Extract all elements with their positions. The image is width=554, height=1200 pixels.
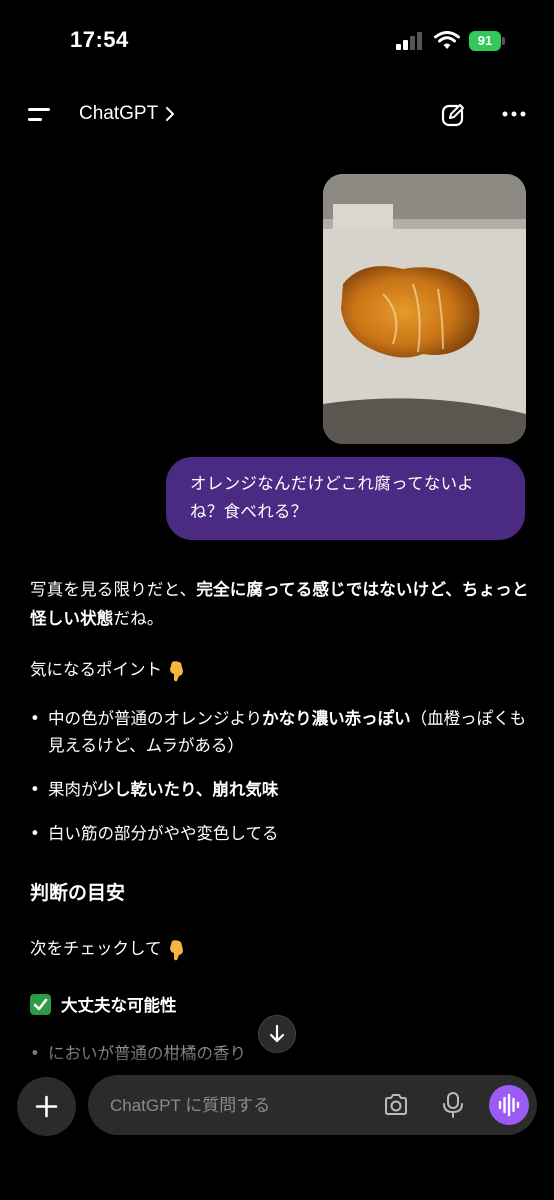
list-item: • 白い筋の部分がやや変色してる	[30, 820, 535, 848]
user-attached-photo[interactable]	[323, 174, 526, 444]
list-item-text: 中の色が普通のオレンジよりかなり濃い赤っぽい（血橙っぽくも見えるけど、ムラがある…	[48, 705, 538, 759]
more-options-icon[interactable]	[501, 104, 527, 124]
text-run: 気になるポイント	[30, 660, 162, 679]
new-chat-edit-button[interactable]	[440, 102, 466, 128]
arrow-down-icon	[269, 1024, 285, 1043]
status-bar: 17:54 91	[0, 0, 554, 80]
pointing-down-emoji-icon	[170, 660, 183, 681]
bullet-icon: •	[30, 824, 40, 843]
scroll-to-bottom-button[interactable]	[258, 1015, 296, 1053]
page-title: ChatGPT	[79, 103, 159, 124]
message-composer	[88, 1075, 537, 1135]
text-run: 中の色が普通のオレンジより	[48, 709, 263, 728]
message-input[interactable]	[108, 1089, 372, 1123]
pointing-down-emoji-icon	[169, 939, 183, 960]
points-heading: 気になるポイント	[30, 658, 186, 682]
add-attachment-button[interactable]	[17, 1077, 76, 1136]
chat-header: ChatGPT	[0, 88, 554, 140]
section-heading: 判断の目安	[30, 882, 126, 904]
bold-text: かなり濃い赤っぽい	[262, 709, 411, 728]
battery-icon: 91	[469, 31, 505, 51]
cellular-signal-icon	[396, 32, 422, 50]
text-run: 果肉が	[48, 780, 98, 799]
sound-wave-icon	[498, 1093, 520, 1117]
text-run: 次をチェックして	[30, 939, 162, 958]
voice-mode-button[interactable]	[489, 1085, 529, 1125]
model-selector[interactable]: ChatGPT	[79, 100, 176, 128]
list-item: • 中の色が普通のオレンジよりかなり濃い赤っぽい（血橙っぽくも見えるけど、ムラが…	[30, 705, 535, 761]
text-run: だね。	[113, 609, 164, 628]
sidebar-menu-button[interactable]	[26, 100, 54, 126]
plus-icon	[35, 1095, 58, 1118]
assistant-paragraph: 写真を見る限りだと、完全に腐ってる感じではないけど、ちょっと怪しい状態だね。	[30, 575, 530, 633]
microphone-icon[interactable]	[442, 1091, 464, 1119]
list-item-text: 果肉が少し乾いたり、崩れ気味	[48, 776, 538, 803]
text-run: 大丈夫な可能性	[61, 996, 177, 1015]
bold-text: 完全に腐ってる感じではないけど、	[196, 580, 462, 599]
check-mark-icon	[30, 993, 51, 1015]
bullet-icon: •	[30, 780, 40, 799]
battery-level: 91	[469, 31, 501, 51]
bullet-icon: •	[30, 709, 40, 728]
user-message-text: オレンジなんだけどこれ腐ってないよね？食べれる？	[190, 474, 474, 521]
wifi-icon	[434, 31, 460, 49]
ok-heading: 大丈夫な可能性	[30, 992, 177, 1016]
bullet-icon: •	[30, 1044, 40, 1063]
chevron-right-icon	[166, 107, 175, 121]
camera-icon[interactable]	[383, 1093, 409, 1117]
check-intro: 次をチェックして	[30, 937, 186, 961]
list-item-text: 白い筋の部分がやや変色してる	[48, 824, 279, 843]
status-time: 17:54	[70, 27, 129, 52]
text-run: 写真を見る限りだと、	[30, 580, 197, 599]
list-item: • 果肉が少し乾いたり、崩れ気味	[30, 776, 535, 804]
bold-text: 少し乾いたり、崩れ気味	[97, 780, 279, 799]
user-message-bubble: オレンジなんだけどこれ腐ってないよね？食べれる？	[166, 457, 525, 540]
